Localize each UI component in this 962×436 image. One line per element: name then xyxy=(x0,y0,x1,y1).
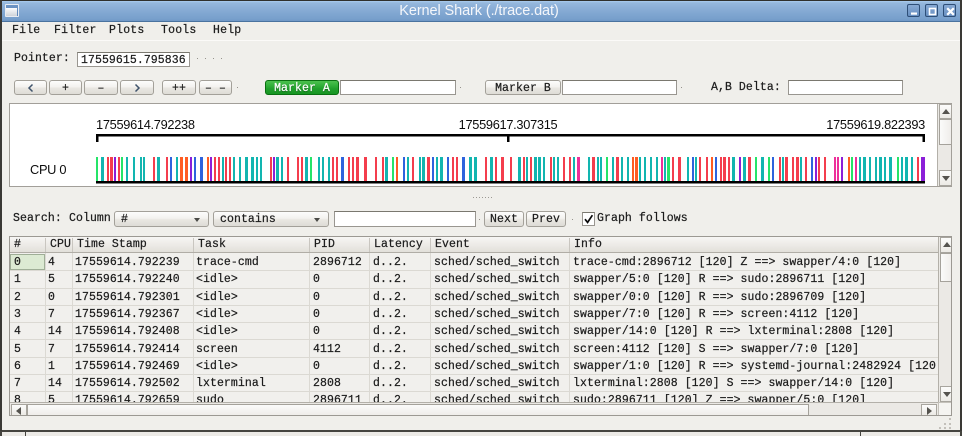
svg-text:17559614.792238: 17559614.792238 xyxy=(96,117,195,132)
svg-text:17559619.822393: 17559619.822393 xyxy=(826,117,925,132)
svg-text:17559617.307315: 17559617.307315 xyxy=(459,117,558,132)
svg-text:CPU 0: CPU 0 xyxy=(30,162,66,177)
